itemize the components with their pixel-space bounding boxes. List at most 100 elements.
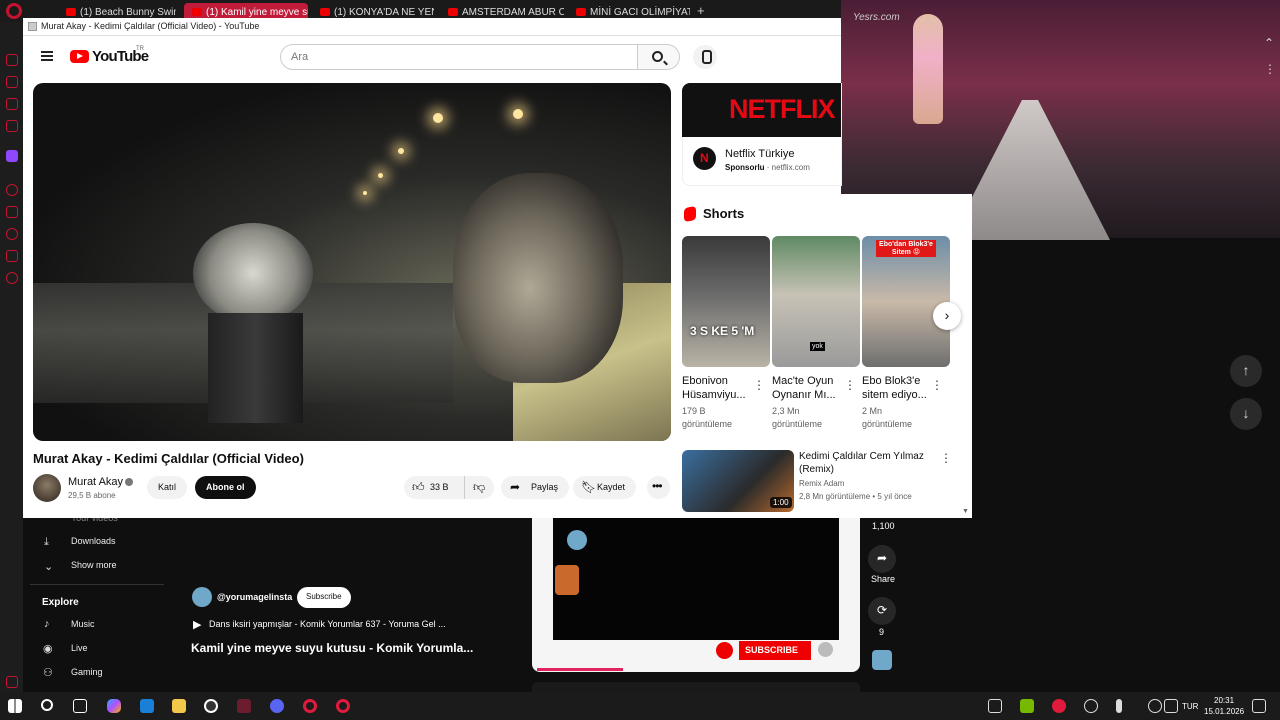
background-short-player[interactable] <box>553 518 839 640</box>
opera-gx-icon[interactable] <box>336 699 350 713</box>
file-explorer-icon[interactable] <box>172 699 186 713</box>
related-video-channel[interactable]: Remix Adam <box>799 479 844 488</box>
more-vert-icon[interactable]: ⋮ <box>940 451 952 465</box>
related-video-title[interactable]: Kedimi Çaldılar Cem Yılmaz (Remix) <box>799 450 929 476</box>
tab-label: (1) Beach Bunny Swimwea <box>80 7 176 18</box>
netflix-logo-icon[interactable] <box>693 147 716 170</box>
dislike-button[interactable]: 👎︎ <box>464 476 494 499</box>
whatsapp-icon[interactable] <box>6 98 18 110</box>
clock[interactable]: 20:31 15.01.2026 <box>1204 695 1244 717</box>
player-icon[interactable] <box>6 184 18 196</box>
short-views: 2 Mn görüntüleme <box>862 406 913 429</box>
scroll-up-button[interactable]: ↑ <box>1230 355 1262 387</box>
ad-banner-logo: NETFLIX <box>729 94 835 124</box>
more-vert-icon[interactable]: ⋮ <box>1264 62 1276 76</box>
like-button[interactable]: 👍︎ 33 B <box>404 476 464 499</box>
short-title[interactable]: Ebo Blok3'e sitem ediyo... <box>862 374 934 402</box>
opera-icon[interactable] <box>303 699 317 713</box>
mail-icon[interactable] <box>140 699 154 713</box>
sidebar-item-show-more[interactable]: Show more <box>71 560 117 570</box>
subscribe-overlay-button[interactable]: SUBSCRIBE <box>739 641 811 660</box>
ad-advertiser-name[interactable]: Netflix Türkiye <box>725 148 794 160</box>
thumbs-up-icon: 👍︎ <box>412 480 425 494</box>
more-vert-icon[interactable]: ⋮ <box>931 378 943 392</box>
chevron-up-icon[interactable]: ⌃ <box>1264 36 1274 50</box>
youtube-logo-icon[interactable] <box>70 50 89 63</box>
tab-label: MİNİ GACI OLİMPİYATLAR <box>590 7 690 18</box>
flow-icon[interactable] <box>6 250 18 262</box>
task-view-icon[interactable] <box>73 699 87 713</box>
instagram-icon[interactable] <box>6 120 18 132</box>
widgets-icon[interactable] <box>988 699 1002 713</box>
comment-subscribe-button[interactable]: Subscribe <box>297 587 351 608</box>
share-icon[interactable]: ➦ <box>868 545 896 573</box>
background-video-title[interactable]: Kamil yine meyve suyu kutusu - Komik Yor… <box>191 641 473 655</box>
scroll-down-button[interactable]: ↓ <box>1230 398 1262 430</box>
share-button[interactable]: ➦ Paylaş <box>501 476 570 499</box>
nvidia-icon[interactable] <box>1020 699 1034 713</box>
opera-logo-icon[interactable] <box>6 3 22 19</box>
bag-icon[interactable] <box>6 76 18 88</box>
more-icon[interactable] <box>6 676 18 688</box>
country-code: TR <box>136 46 144 52</box>
sidebar-item-downloads[interactable]: Downloads <box>71 536 116 546</box>
save-button[interactable]: 🔖︎ Kaydet <box>573 476 637 499</box>
copilot-icon[interactable] <box>107 699 121 713</box>
search-input[interactable]: Ara <box>280 44 638 70</box>
share-icon: ➦ <box>510 480 521 494</box>
history-icon[interactable] <box>6 228 18 240</box>
sidebar-item-live[interactable]: Live <box>71 643 88 653</box>
video-editor-icon[interactable] <box>237 699 251 713</box>
short-thumbnail[interactable]: Ebo'dan Blok3'e Sitem 😡 <box>862 236 950 367</box>
short-progress-bar[interactable] <box>537 668 623 671</box>
tray-app-icon[interactable] <box>1052 699 1066 713</box>
short-overlay-text: yok <box>810 342 825 351</box>
more-actions-button[interactable]: ••• <box>647 476 670 499</box>
search-button[interactable] <box>638 44 680 70</box>
sidebar-item-music[interactable]: Music <box>71 619 95 629</box>
join-button[interactable]: Katıl <box>147 476 188 499</box>
microphone-icon[interactable] <box>1116 699 1122 713</box>
scroll-down-arrow-icon[interactable]: ▼ <box>962 508 969 515</box>
twitch-icon[interactable] <box>6 150 18 162</box>
commenter-name[interactable]: @yorumagelinsta <box>217 592 292 602</box>
like-icon[interactable] <box>716 642 733 659</box>
messenger-icon[interactable] <box>6 54 18 66</box>
playlist-line[interactable]: Dans iksiri yapmışlar - Komik Yorumlar 6… <box>209 619 446 629</box>
network-globe-icon[interactable] <box>1084 699 1098 713</box>
settings-gear-icon[interactable] <box>6 272 18 284</box>
menu-icon[interactable] <box>41 51 53 61</box>
notification-icon[interactable] <box>1252 699 1266 713</box>
channel-avatar[interactable] <box>33 474 61 502</box>
tab-label: (1) Kamil yine meyve suyu <box>206 7 308 18</box>
discord-icon[interactable] <box>270 699 284 713</box>
pin-icon[interactable] <box>6 206 18 218</box>
download-icon: ⤓ <box>44 536 49 548</box>
shorts-next-button[interactable]: › <box>933 302 961 330</box>
subscribe-button[interactable]: Abone ol <box>195 476 256 499</box>
short-title[interactable]: Ebonivon Hüsamviyu... <box>682 374 754 402</box>
active-app-icon[interactable] <box>204 699 218 713</box>
short-thumbnail[interactable]: 3 S KE 5 'M <box>682 236 770 367</box>
youtube-favicon-icon <box>192 8 202 16</box>
language-indicator[interactable]: TUR <box>1182 702 1198 711</box>
search-icon[interactable] <box>41 699 53 711</box>
microphone-icon[interactable] <box>693 45 717 69</box>
more-vert-icon[interactable]: ⋮ <box>753 378 765 392</box>
short-thumbnail[interactable]: yok <box>772 236 860 367</box>
wifi-icon[interactable] <box>1148 699 1162 713</box>
new-tab-button[interactable]: + <box>697 3 705 18</box>
short-views: 179 B görüntüleme <box>682 406 733 429</box>
more-vert-icon[interactable]: ⋮ <box>844 378 856 392</box>
short-title[interactable]: Mac'te Oyun Oynanır Mı... <box>772 374 844 402</box>
commenter-avatar[interactable] <box>192 587 212 607</box>
sidebar-item-gaming[interactable]: Gaming <box>71 667 103 677</box>
bell-icon[interactable] <box>818 642 833 657</box>
video-player[interactable] <box>33 83 671 441</box>
windows-start-icon[interactable] <box>8 699 22 713</box>
speaker-icon[interactable] <box>1164 699 1178 713</box>
short-like-count: 1,100 <box>872 521 895 531</box>
channel-name[interactable]: Murat Akay <box>68 476 123 488</box>
sound-avatar[interactable] <box>872 650 892 670</box>
remix-icon[interactable]: ⟳ <box>868 597 896 625</box>
